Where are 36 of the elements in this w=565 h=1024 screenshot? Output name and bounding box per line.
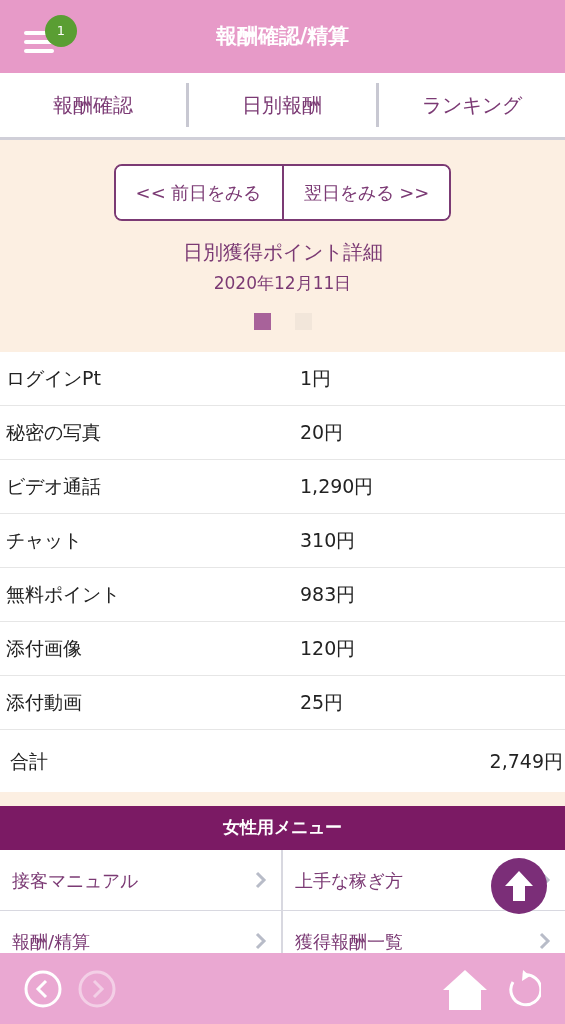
row-value: 25円 — [300, 690, 344, 716]
row-label: 無料ポイント — [5, 582, 121, 608]
menu-header: 女性用メニュー — [0, 806, 565, 850]
total-value: 2,749円 — [489, 748, 563, 774]
row-label: ビデオ通話 — [5, 474, 102, 500]
chevron-icon — [254, 871, 267, 889]
row-value: 1円 — [300, 366, 332, 392]
date-text: 2020年12月11日 — [213, 272, 352, 295]
up-arrow-icon — [505, 871, 533, 901]
detail-title: 日別獲得ポイント詳細 — [182, 239, 383, 266]
tab[interactable]: ランキング — [378, 89, 565, 121]
row-value: 120円 — [300, 636, 356, 662]
chevron-icon — [254, 932, 267, 950]
home-button[interactable] — [443, 967, 487, 1010]
row-label: 秘密の写真 — [5, 420, 102, 446]
back-button[interactable] — [24, 969, 62, 1008]
back-icon — [24, 969, 62, 1008]
row-label: 添付画像 — [5, 636, 83, 662]
forward-icon — [78, 969, 116, 1008]
row-label: 添付動画 — [5, 690, 83, 716]
row-label: チャット — [5, 528, 83, 554]
tab[interactable]: 報酬確認 — [0, 89, 187, 121]
home-icon — [443, 967, 487, 1010]
notification-badge: 1 — [45, 15, 77, 47]
row-value: 1,290円 — [300, 474, 374, 500]
menu-item[interactable]: 接客マニュアル — [0, 850, 283, 911]
row-value: 983円 — [300, 582, 356, 608]
row-value: 20円 — [300, 420, 344, 446]
next-day-button[interactable]: 翌日をみる >> — [281, 166, 450, 219]
total-label: 合計 — [10, 748, 48, 774]
page-title: 報酬確認/精算 — [215, 22, 350, 50]
row-value: 310円 — [300, 528, 356, 554]
row-label: ログインPt — [5, 366, 102, 392]
chevron-icon — [539, 932, 551, 950]
tab[interactable]: 日別報酬 — [189, 89, 376, 121]
page-indicator[interactable] — [253, 312, 271, 330]
